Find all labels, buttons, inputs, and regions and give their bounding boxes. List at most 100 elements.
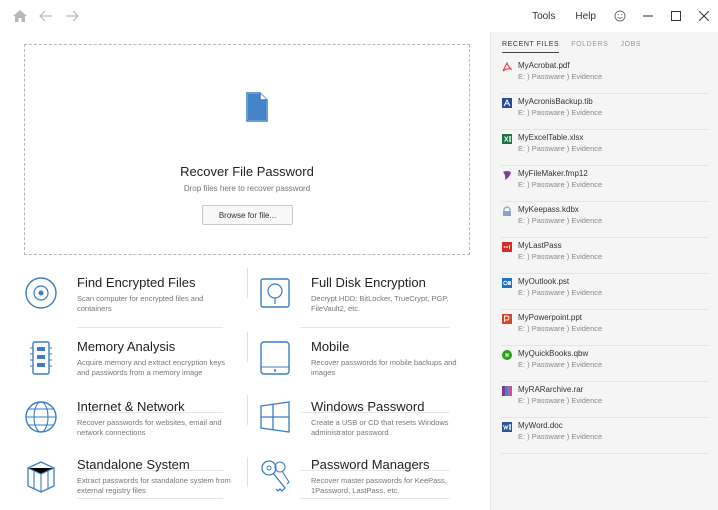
- recent-file-name: MyExcelTable.xlsx: [518, 133, 584, 142]
- feature-desc: Recover passwords for websites, email an…: [77, 418, 222, 437]
- feature-desc: Create a USB or CD that resets Windows a…: [311, 418, 449, 437]
- home-icon[interactable]: [9, 5, 31, 27]
- recent-file-path: E: ) Passware ) Evidence: [518, 180, 603, 189]
- nav-buttons: [0, 5, 83, 27]
- tab-jobs[interactable]: JOBS: [621, 41, 642, 53]
- recent-file-item[interactable]: MyLastPass E: ) Passware ) Evidence: [501, 238, 709, 274]
- divider: [77, 498, 223, 499]
- recent-file-name: MyWord.doc: [518, 421, 563, 430]
- smiley-icon[interactable]: [606, 0, 634, 32]
- recent-file-item[interactable]: MyWord.doc E: ) Passware ) Evidence: [501, 418, 709, 454]
- recent-file-item[interactable]: MyKeepass.kdbx E: ) Passware ) Evidence: [501, 202, 709, 238]
- feature-full-disk-encryption[interactable]: Full Disk Encryption Decrypt HDD: BitLoc…: [258, 272, 468, 328]
- memory-chip-icon: [24, 340, 58, 376]
- quickbooks-icon: [502, 350, 512, 360]
- feature-find-encrypted-files[interactable]: Find Encrypted Files Scan computer for e…: [24, 272, 234, 328]
- keys-icon: [258, 458, 292, 494]
- feature-desc: Recover master passwords for KeePass, 1P…: [311, 476, 447, 495]
- divider: [247, 395, 248, 425]
- minimize-icon[interactable]: [634, 0, 662, 32]
- recent-file-path: E: ) Passware ) Evidence: [518, 432, 603, 441]
- acronis-icon: [502, 98, 512, 108]
- title-right: Tools Help: [522, 0, 718, 32]
- maximize-icon[interactable]: [662, 0, 690, 32]
- recent-file-item[interactable]: MyFileMaker.fmp12 E: ) Passware ) Eviden…: [501, 166, 709, 202]
- filemaker-icon: [502, 170, 512, 180]
- feature-windows-password[interactable]: Windows Password Create a USB or CD that…: [258, 396, 468, 452]
- recent-file-name: MyAcronisBackup.tib: [518, 97, 593, 106]
- recent-file-name: MyLastPass: [518, 241, 562, 250]
- globe-icon: [24, 400, 58, 436]
- recent-file-path: E: ) Passware ) Evidence: [518, 216, 603, 225]
- recent-file-path: E: ) Passware ) Evidence: [518, 324, 603, 333]
- tab-recent-files[interactable]: RECENT FILES: [502, 41, 560, 53]
- feature-desc: Acquire memory and extract encryption ke…: [77, 358, 225, 377]
- tab-folders[interactable]: FOLDERS: [571, 41, 608, 53]
- recent-file-name: MyQuickBooks.qbw: [518, 349, 589, 358]
- feature-desc: Scan computer for encrypted files and co…: [77, 294, 204, 313]
- recent-file-name: MyPowerpoint.ppt: [518, 313, 583, 322]
- feature-desc: Recover passwords for mobile backups and…: [311, 358, 457, 377]
- divider: [247, 457, 248, 487]
- recent-file-item[interactable]: MyExcelTable.xlsx E: ) Passware ) Eviden…: [501, 130, 709, 166]
- recent-file-path: E: ) Passware ) Evidence: [518, 360, 603, 369]
- recent-file-name: MyFileMaker.fmp12: [518, 169, 588, 178]
- recent-file-name: MyKeepass.kdbx: [518, 205, 579, 214]
- divider: [247, 268, 248, 298]
- excel-icon: [502, 134, 512, 144]
- recent-file-item[interactable]: MyPowerpoint.ppt E: ) Passware ) Evidenc…: [501, 310, 709, 346]
- recent-file-item[interactable]: MyAcronisBackup.tib E: ) Passware ) Evid…: [501, 94, 709, 130]
- feature-title: Mobile: [311, 339, 350, 354]
- feature-title: Windows Password: [311, 399, 425, 414]
- recent-file-item[interactable]: MyAcrobat.pdf E: ) Passware ) Evidence: [501, 58, 709, 94]
- feature-desc: Decrypt HDD: BitLocker, TrueCrypt, PGP, …: [311, 294, 449, 313]
- recent-file-name: MyRARarchive.rar: [518, 385, 584, 394]
- feature-title: Memory Analysis: [77, 339, 176, 354]
- drop-subtitle: Drop files here to recover password: [183, 184, 311, 193]
- disc-search-icon: [24, 276, 58, 312]
- feature-mobile[interactable]: Mobile Recover passwords for mobile back…: [258, 336, 468, 392]
- lastpass-icon: [502, 242, 512, 252]
- feature-desc: Extract passwords for standalone system …: [77, 476, 231, 495]
- recent-file-path: E: ) Passware ) Evidence: [518, 144, 603, 153]
- keepass-icon: [502, 206, 512, 216]
- recent-files-list: MyAcrobat.pdf E: ) Passware ) Evidence M…: [491, 58, 718, 454]
- file-icon: [246, 92, 268, 125]
- feature-title: Standalone System: [77, 457, 190, 472]
- recent-file-item[interactable]: MyQuickBooks.qbw E: ) Passware ) Evidenc…: [501, 346, 709, 382]
- windows-logo-icon: [258, 400, 292, 436]
- rar-icon: [502, 386, 512, 396]
- recent-file-path: E: ) Passware ) Evidence: [518, 72, 603, 81]
- close-icon[interactable]: [690, 0, 718, 32]
- title-bar: Tools Help: [0, 0, 718, 32]
- recent-file-path: E: ) Passware ) Evidence: [518, 288, 603, 297]
- disk-shield-icon: [258, 276, 292, 312]
- file-drop-zone[interactable]: Recover File Password Drop files here to…: [24, 44, 470, 255]
- feature-title: Internet & Network: [77, 399, 185, 414]
- menu-tools[interactable]: Tools: [522, 11, 565, 22]
- feature-password-managers[interactable]: Password Managers Recover master passwor…: [258, 454, 468, 510]
- main-area: Recover File Password Drop files here to…: [0, 32, 490, 510]
- drop-title: Recover File Password: [180, 164, 314, 179]
- feature-internet-network[interactable]: Internet & Network Recover passwords for…: [24, 396, 234, 452]
- divider: [300, 327, 450, 328]
- recent-file-name: MyOutlook.pst: [518, 277, 570, 286]
- forward-arrow-icon[interactable]: [61, 5, 83, 27]
- recent-file-item[interactable]: MyOutlook.pst E: ) Passware ) Evidence: [501, 274, 709, 310]
- cube-system-icon: [24, 458, 58, 494]
- recent-file-path: E: ) Passware ) Evidence: [518, 108, 603, 117]
- outlook-icon: [502, 278, 512, 288]
- back-arrow-icon[interactable]: [35, 5, 57, 27]
- acrobat-icon: [502, 61, 513, 72]
- word-icon: [502, 422, 512, 432]
- feature-memory-analysis[interactable]: Memory Analysis Acquire memory and extra…: [24, 336, 234, 392]
- browse-file-button[interactable]: Browse for file...: [202, 205, 293, 225]
- recent-panel: RECENT FILES FOLDERS JOBS MyAcrobat.pdf …: [490, 32, 718, 510]
- panel-tabs: RECENT FILES FOLDERS JOBS: [502, 41, 641, 53]
- recent-file-item[interactable]: MyRARarchive.rar E: ) Passware ) Evidenc…: [501, 382, 709, 418]
- powerpoint-icon: [502, 314, 512, 324]
- menu-help[interactable]: Help: [565, 11, 606, 22]
- recent-file-path: E: ) Passware ) Evidence: [518, 396, 603, 405]
- divider: [247, 332, 248, 362]
- feature-standalone-system[interactable]: Standalone System Extract passwords for …: [24, 454, 234, 510]
